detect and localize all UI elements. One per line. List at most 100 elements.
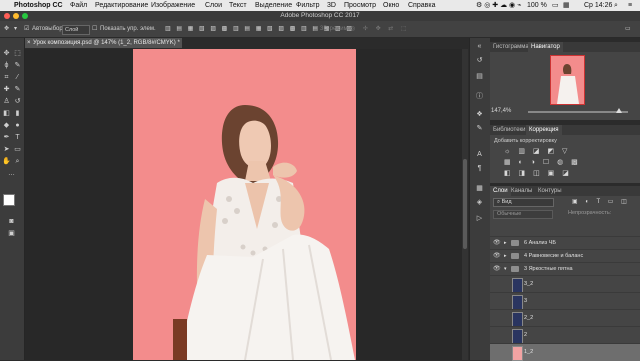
3d-tool-icons[interactable]: ◎ ✢ ✥ ⇄ ⬚ — [350, 21, 410, 37]
flag-icon[interactable]: ▦ — [563, 0, 570, 11]
pen-tool-icon[interactable]: ✒ — [2, 134, 11, 142]
autoselect-checkbox[interactable]: ☑ — [24, 21, 29, 37]
brush-tool-icon[interactable]: ✎ — [13, 86, 22, 94]
layer-thumbnail — [512, 329, 523, 344]
layer-row-2[interactable]: 2 — [490, 326, 640, 344]
layer-row-1-2[interactable]: 1_2 — [490, 343, 640, 361]
blend-mode-select[interactable]: Обычные — [493, 210, 553, 219]
layer-row-group-4[interactable]: 👁 ▸ 4 Равновесие и баланс — [490, 249, 640, 263]
layer-name: 3 — [524, 298, 528, 304]
quick-select-icon[interactable]: ✎ — [13, 62, 22, 70]
history-icon[interactable]: ↺ — [474, 56, 485, 65]
navigator-preview[interactable] — [550, 55, 585, 105]
menu-view[interactable]: Просмотр — [344, 0, 376, 11]
scrollbar-thumb[interactable] — [463, 159, 467, 249]
document-tab[interactable]: × Урок композиция.psd @ 147% (1_2, RGB/8… — [25, 38, 182, 48]
swatches-icon[interactable]: ▦ — [474, 184, 485, 193]
navigator-zoom-slider[interactable] — [528, 108, 628, 113]
shape-tool-icon[interactable]: ▭ — [13, 146, 22, 154]
zoom-slider-knob[interactable] — [616, 108, 622, 113]
adjustments-row-2[interactable]: ▦ ◐ ◑ ☐ ◍ ▩ — [504, 158, 581, 166]
battery-icon[interactable]: ▭ — [552, 0, 559, 11]
lasso-tool-icon[interactable]: ϕ — [2, 62, 11, 70]
layers-comp-icon[interactable]: ❖ — [474, 110, 485, 119]
panel-collapse-icon[interactable]: « — [474, 42, 485, 51]
properties-icon[interactable]: ▤ — [474, 72, 485, 81]
status-icons[interactable]: ⚙ ◎ ✚ ☁ ◉ ⌁ — [476, 0, 521, 11]
hand-tool-icon[interactable]: ✋ — [2, 158, 11, 166]
move-tool-icon[interactable]: ✥ — [4, 21, 9, 37]
stamp-tool-icon[interactable]: ♙ — [2, 98, 11, 106]
menu-file[interactable]: Файл — [70, 0, 87, 11]
menu-type[interactable]: Текст — [229, 0, 247, 11]
more-tools-icon[interactable]: … — [7, 170, 16, 178]
healing-brush-icon[interactable]: ✚ — [2, 86, 11, 94]
dodge-tool-icon[interactable]: ● — [13, 122, 22, 130]
close-window-button[interactable] — [4, 13, 10, 19]
layer-row-3[interactable]: 3 — [490, 292, 640, 310]
eyedropper-icon[interactable]: ⁄ — [13, 74, 22, 82]
menu-window[interactable]: Окно — [383, 0, 399, 11]
tab-histogram[interactable]: Гистограмма — [490, 42, 532, 52]
navigator-zoom-value[interactable]: 147,4% — [491, 108, 511, 114]
tab-adjustments[interactable]: Коррекция — [526, 125, 562, 135]
document-image[interactable] — [133, 49, 356, 360]
menu-filter[interactable]: Фильтр — [296, 0, 320, 11]
styles-icon[interactable]: ◈ — [474, 198, 485, 207]
tab-navigator[interactable]: Навигатор — [528, 42, 563, 52]
mode-3d-label: 3D-режим: — [320, 26, 350, 32]
menu-help[interactable]: Справка — [408, 0, 435, 11]
show-controls-label: Показать упр. элем. — [100, 26, 156, 32]
layer-row-group-6[interactable]: 👁 ▸ 6 Анализ ЧБ — [490, 236, 640, 250]
clock[interactable]: Ср 14:26 — [584, 0, 612, 11]
tab-libraries[interactable]: Библиотеки — [490, 125, 529, 135]
canvas-vertical-scrollbar[interactable] — [462, 49, 468, 360]
brush-presets-icon[interactable]: ✎ — [474, 124, 485, 133]
marquee-tool-icon[interactable]: ⬚ — [13, 50, 22, 58]
minimize-window-button[interactable] — [13, 13, 19, 19]
layer-row-group-3[interactable]: 👁 ▾ 3 Яркостные пятна — [490, 262, 640, 276]
spotlight-icon[interactable]: ⌕ — [614, 0, 618, 11]
menu-layers[interactable]: Слои — [205, 0, 222, 11]
menu-select[interactable]: Выделение — [255, 0, 292, 11]
menu-edit[interactable]: Редактирование — [95, 0, 148, 11]
crop-tool-icon[interactable]: ⌗ — [2, 74, 11, 82]
folder-icon — [511, 253, 519, 259]
layer-filter-icons[interactable]: ▣ ◐ T ▭ ◫ — [572, 198, 630, 205]
menu-3d[interactable]: 3D — [327, 0, 336, 11]
autoselect-select[interactable]: Слой — [62, 25, 90, 35]
zoom-tool-icon[interactable]: ⌕ — [13, 158, 22, 166]
layer-row-2-2[interactable]: 2_2 — [490, 309, 640, 327]
paragraph-icon[interactable]: ¶ — [474, 164, 485, 173]
gradient-tool-icon[interactable]: ▮ — [13, 110, 22, 118]
window-title: Adobe Photoshop CC 2017 — [280, 12, 360, 19]
screen-mode-icon[interactable]: ▣ — [7, 230, 16, 238]
navigator-tabs: Гистограмма Навигатор — [490, 42, 640, 52]
zoom-window-button[interactable] — [22, 13, 28, 19]
quick-mask-icon[interactable]: ◙ — [7, 218, 16, 226]
menu-image[interactable]: Изображение — [151, 0, 195, 11]
layer-thumbnail — [512, 295, 523, 310]
path-select-icon[interactable]: ➤ — [2, 146, 11, 154]
blur-tool-icon[interactable]: ◆ — [2, 122, 11, 130]
type-tool-icon[interactable]: T — [13, 134, 22, 142]
actions-icon[interactable]: ▷ — [474, 214, 485, 223]
adjustments-row-3[interactable]: ◧ ◨ ◫ ▣ ◪ — [504, 169, 572, 177]
show-controls-checkbox[interactable]: ☐ — [92, 21, 97, 37]
tab-paths[interactable]: Контуры — [535, 186, 565, 196]
eraser-tool-icon[interactable]: ◧ — [2, 110, 11, 118]
close-document-icon[interactable]: × — [27, 38, 31, 48]
move-tool-icon[interactable]: ✥ — [2, 50, 11, 58]
layer-filter-select[interactable]: ⌕ Вид — [493, 198, 554, 207]
character-icon[interactable]: A — [474, 150, 485, 159]
tab-channels[interactable]: Каналы — [508, 186, 535, 196]
workspace-icon[interactable]: ▭ — [625, 21, 631, 37]
menu-app[interactable]: Photoshop CC — [14, 0, 63, 11]
preset-dropdown-icon[interactable]: ▾ — [14, 21, 17, 37]
adjustments-row-1[interactable]: ☼ ▥ ◪ ◩ ▽ — [504, 147, 570, 155]
history-brush-icon[interactable]: ↺ — [13, 98, 22, 106]
info-icon[interactable]: ⓘ — [474, 92, 485, 101]
foreground-color-swatch[interactable] — [3, 194, 15, 206]
list-icon[interactable]: ≡ — [628, 0, 632, 11]
layer-row-3-2[interactable]: 3_2 — [490, 275, 640, 293]
